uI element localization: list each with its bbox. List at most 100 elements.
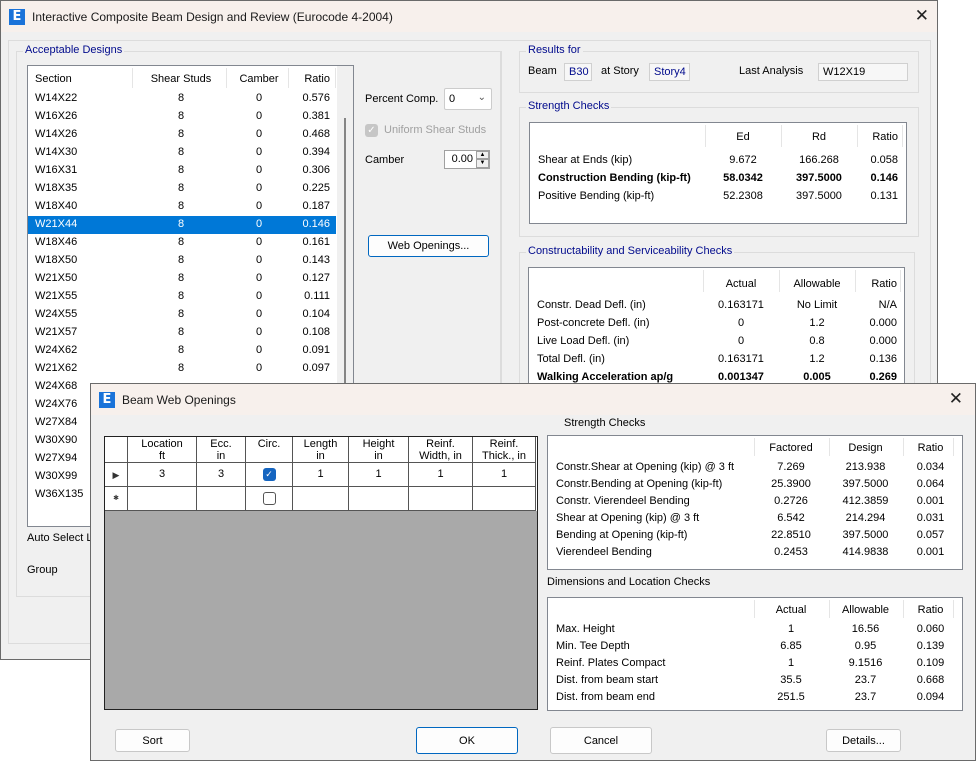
grid-row[interactable]: ▶ 3 3 ✓ 1 1 1 1 [105, 463, 537, 487]
grid-column-header[interactable]: Ecc. in [197, 437, 246, 463]
dimension-checks-title: Dimensions and Location Checks [547, 576, 711, 588]
section-cell: W24X62 [35, 344, 78, 356]
grid-cell-reinf-width[interactable] [409, 487, 473, 511]
main-titlebar: E Interactive Composite Beam Design and … [1, 1, 937, 32]
grid-cell-circ[interactable] [246, 487, 293, 511]
checkbox-unchecked-icon[interactable] [262, 492, 276, 505]
design-row[interactable]: W18X50 8 0 0.143 [28, 252, 336, 270]
camber-cell: 0 [255, 254, 263, 266]
grid-row[interactable]: ✱ [105, 487, 537, 511]
web-openings-button[interactable]: Web Openings... [368, 235, 489, 257]
design-row[interactable]: W16X31 8 0 0.306 [28, 162, 336, 180]
cancel-button[interactable]: Cancel [550, 727, 652, 754]
header-divider [754, 600, 755, 618]
studs-cell: 8 [177, 182, 185, 194]
scrollbar-thumb[interactable] [344, 118, 346, 418]
app-icon: E [9, 8, 25, 25]
design-row[interactable]: W18X46 8 0 0.161 [28, 234, 336, 252]
section-cell: W18X46 [35, 236, 78, 248]
grid-column-header[interactable]: Length in [293, 437, 349, 463]
grid-cell-location[interactable]: 3 [128, 463, 197, 487]
check-design: 213.938 [845, 461, 886, 473]
grid-column-header[interactable]: Reinf. Thick., in [473, 437, 536, 463]
check-ratio: 0.058 [870, 154, 898, 166]
header-line1: Reinf. [426, 438, 455, 450]
spin-up-button[interactable]: ▲ [476, 151, 489, 159]
col-header-section[interactable]: Section [35, 73, 72, 85]
check-ratio: N/A [878, 299, 897, 311]
chevron-down-icon: ⌄ [477, 92, 486, 103]
row-header-corner [105, 437, 128, 463]
close-icon[interactable]: ✕ [915, 7, 929, 25]
uniform-shear-studs-label: Uniform Shear Studs [384, 124, 487, 136]
grid-column-header[interactable]: Circ. [246, 437, 293, 463]
serviceability-legend: Constructability and Serviceability Chec… [526, 245, 735, 257]
studs-cell: 8 [177, 344, 185, 356]
check-ratio: 0.060 [916, 623, 945, 635]
camber-spinner[interactable]: 0.00 ▲ ▼ [444, 150, 490, 169]
design-row[interactable]: W18X35 8 0 0.225 [28, 180, 336, 198]
ok-button[interactable]: OK [416, 727, 518, 754]
section-cell: W24X68 [35, 380, 78, 392]
header-line2: in [216, 450, 226, 462]
section-cell: W21X57 [35, 326, 78, 338]
details-button[interactable]: Details... [826, 729, 901, 752]
ratio-cell: 0.108 [302, 326, 330, 338]
percent-comp-select[interactable]: 0 ⌄ [444, 88, 492, 110]
col-header-shear-studs[interactable]: Shear Studs [134, 73, 228, 85]
grid-cell-ecc[interactable]: 3 [197, 463, 246, 487]
design-row[interactable]: W18X40 8 0 0.187 [28, 198, 336, 216]
check-row: Constr.Shear at Opening (kip) @ 3 ft 7.26… [548, 459, 962, 476]
grid-cell-circ[interactable]: ✓ [246, 463, 293, 487]
checkbox-checked-icon[interactable]: ✓ [262, 468, 276, 481]
design-row[interactable]: W16X26 8 0 0.381 [28, 108, 336, 126]
header-line2: ft [158, 450, 166, 462]
check-actual: 0.001347 [718, 371, 764, 383]
check-row: Max. Height 1 16.56 0.060 [548, 621, 962, 638]
grid-column-header[interactable]: Reinf. Width, in [409, 437, 473, 463]
check-row: Shear at Opening (kip) @ 3 ft 6.542 214.29… [548, 510, 962, 527]
design-row[interactable]: W21X57 8 0 0.108 [28, 324, 336, 342]
camber-cell: 0 [255, 218, 263, 230]
spin-down-button[interactable]: ▼ [476, 159, 489, 168]
check-ratio: 0.057 [916, 529, 945, 541]
strength-checks-rows: Shear at Ends (kip) 9.672 166.268 0.058 Cons… [530, 152, 906, 206]
check-rd: 397.5000 [796, 172, 842, 184]
grid-column-header[interactable]: Height in [349, 437, 409, 463]
grid-column-header[interactable]: Location ft [128, 437, 197, 463]
design-row[interactable]: W14X30 8 0 0.394 [28, 144, 336, 162]
camber-cell: 0 [255, 308, 263, 320]
ratio-cell: 0.187 [302, 200, 330, 212]
camber-cell: 0 [255, 362, 263, 374]
studs-cell: 8 [177, 146, 185, 158]
design-row[interactable]: W21X50 8 0 0.127 [28, 270, 336, 288]
design-row[interactable]: W14X22 8 0 0.576 [28, 90, 336, 108]
acceptable-designs-legend: Acceptable Designs [23, 44, 125, 56]
design-row[interactable]: W24X62 8 0 0.091 [28, 342, 336, 360]
grid-cell-length[interactable] [293, 487, 349, 511]
grid-cell-reinf-width[interactable]: 1 [409, 463, 473, 487]
design-row[interactable]: W21X62 8 0 0.097 [28, 360, 336, 378]
check-design: 414.9838 [842, 546, 889, 558]
grid-cell-height[interactable]: 1 [349, 463, 409, 487]
design-row[interactable]: W24X55 8 0 0.104 [28, 306, 336, 324]
grid-cell-reinf-thick[interactable] [473, 487, 536, 511]
design-row[interactable]: W21X44 8 0 0.146 [28, 216, 336, 234]
grid-cell-ecc[interactable] [197, 487, 246, 511]
design-row[interactable]: W14X26 8 0 0.468 [28, 126, 336, 144]
sort-button[interactable]: Sort [115, 729, 190, 752]
check-ratio: 0.001 [916, 495, 945, 507]
check-ratio: 0.000 [869, 317, 897, 329]
col-header-ratio[interactable]: Ratio [290, 73, 330, 85]
col-header-camber[interactable]: Camber [228, 73, 290, 85]
grid-cell-height[interactable] [349, 487, 409, 511]
grid-cell-location[interactable] [128, 487, 197, 511]
grid-cell-length[interactable]: 1 [293, 463, 349, 487]
uniform-shear-studs-checkbox[interactable]: ✓ [365, 124, 378, 137]
ratio-cell: 0.127 [302, 272, 330, 284]
openings-grid[interactable]: Location ft Ecc. in Circ. Length in Height in Rei… [104, 436, 538, 710]
design-row[interactable]: W21X55 8 0 0.111 [28, 288, 336, 306]
close-icon[interactable]: ✕ [949, 390, 963, 408]
check-label: Positive Bending (kip-ft) [538, 190, 655, 202]
grid-cell-reinf-thick[interactable]: 1 [473, 463, 536, 487]
